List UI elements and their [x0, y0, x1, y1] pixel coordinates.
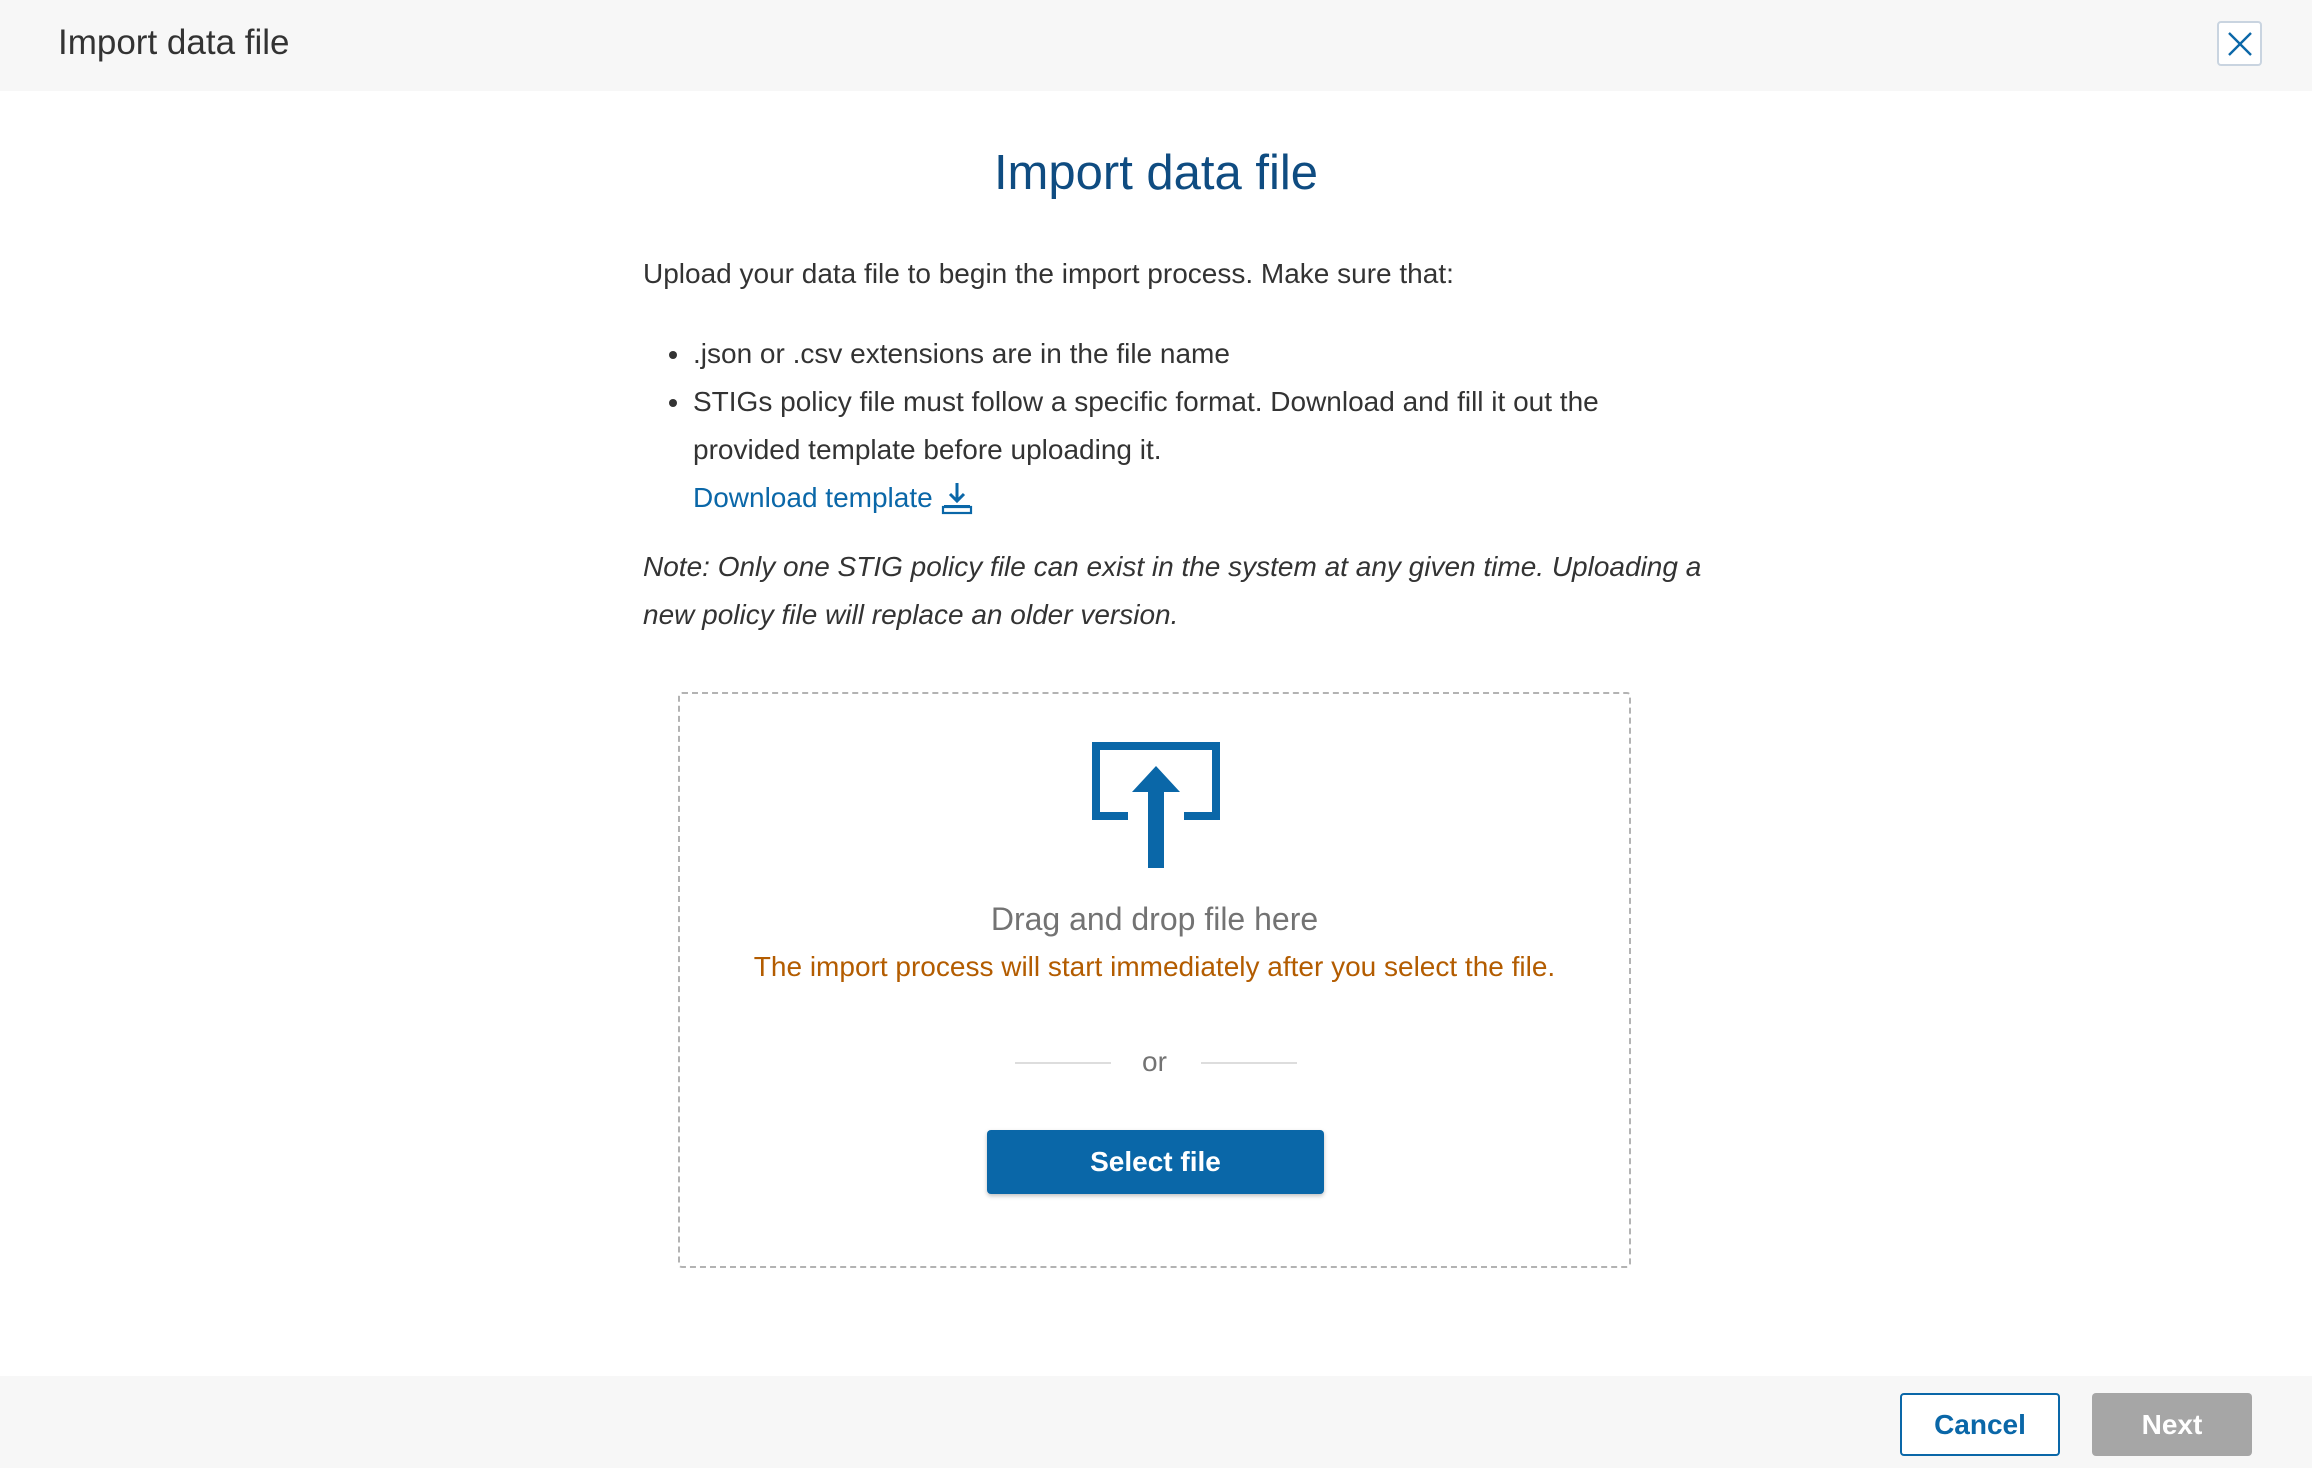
drag-drop-text: Drag and drop file here [990, 901, 1319, 937]
intro-text: Upload your data file to begin the impor… [643, 258, 1454, 289]
list-item: STIGs policy file must follow a specific… [669, 378, 1723, 522]
modal-header: Import data file [0, 0, 2312, 91]
note-line1: Note: Only one STIG policy file can exis… [643, 551, 1702, 582]
download-template-label: Download template [693, 482, 933, 513]
cancel-button[interactable]: Cancel [1900, 1393, 2060, 1456]
or-divider: or [680, 1042, 1629, 1082]
close-icon [2227, 31, 2252, 56]
note-line2: new policy file will replace an older ve… [643, 599, 1179, 630]
upload-icon [1092, 742, 1220, 868]
download-icon [941, 483, 972, 515]
divider-line-right [1201, 1062, 1297, 1064]
next-button[interactable]: Next [2092, 1393, 2252, 1456]
file-dropzone[interactable]: Drag and drop file here The import proce… [678, 692, 1631, 1268]
requirement-extensions: .json or .csv extensions are in the file… [693, 338, 1230, 369]
download-template-link[interactable]: Download template [693, 474, 973, 522]
or-text: or [1142, 1046, 1167, 1077]
requirements-list: .json or .csv extensions are in the file… [669, 330, 1723, 522]
select-file-button[interactable]: Select file [987, 1130, 1324, 1194]
requirement-format-line2: provided template before uploading it. [693, 434, 1162, 465]
modal-body: Import data file Upload your data file t… [0, 91, 2312, 1376]
modal-header-title: Import data file [58, 23, 290, 62]
close-button[interactable] [2217, 21, 2262, 66]
note-text: Note: Only one STIG policy file can exis… [643, 543, 1701, 639]
list-item: .json or .csv extensions are in the file… [669, 330, 1723, 378]
requirement-format-line1: STIGs policy file must follow a specific… [693, 386, 1599, 417]
modal-footer: Cancel Next [0, 1376, 2312, 1468]
import-warning-text: The import process will start immediatel… [753, 951, 1556, 982]
page-title: Import data file [993, 146, 1319, 200]
